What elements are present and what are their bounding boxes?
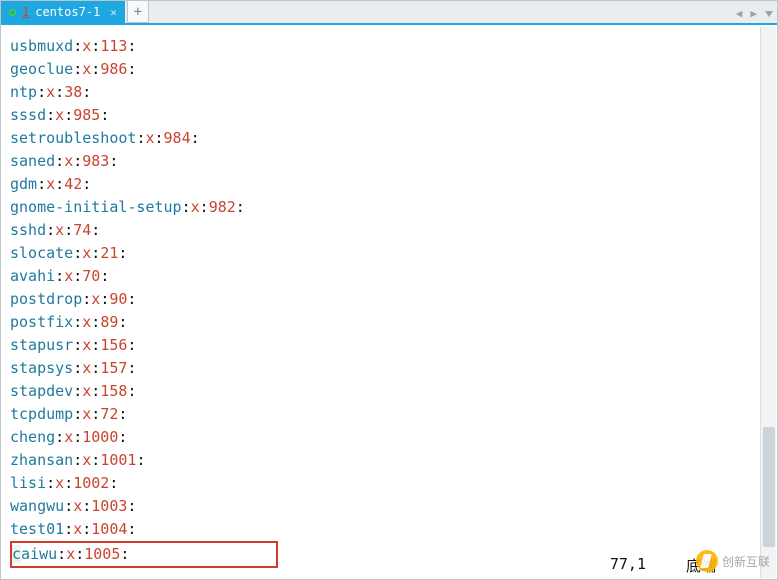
group-line: gnome-initial-setup:x:982: — [10, 196, 770, 219]
group-line: postdrop:x:90: — [10, 288, 770, 311]
tab-title: centos7-1 — [35, 5, 100, 19]
group-line: cheng:x:1000: — [10, 426, 770, 449]
group-line: wangwu:x:1003: — [10, 495, 770, 518]
new-tab-button[interactable]: + — [127, 1, 149, 23]
group-line: slocate:x:21: — [10, 242, 770, 265]
tab-nav: ◀ ▶ — [736, 1, 773, 25]
scrollbar-thumb[interactable] — [763, 427, 775, 547]
group-line: avahi:x:70: — [10, 265, 770, 288]
group-line: stapsys:x:157: — [10, 357, 770, 380]
group-line: sssd:x:985: — [10, 104, 770, 127]
tab-prev-icon[interactable]: ◀ — [736, 7, 743, 20]
app-window: 1 centos7-1 × + ◀ ▶ usbmuxd:x:113:geoclu… — [0, 0, 778, 580]
group-line: test01:x:1004: — [10, 518, 770, 541]
group-line: stapdev:x:158: — [10, 380, 770, 403]
group-line: zhansan:x:1001: — [10, 449, 770, 472]
tab-active[interactable]: 1 centos7-1 × — [1, 1, 125, 23]
close-icon[interactable]: × — [110, 6, 117, 19]
tab-index: 1 — [22, 5, 29, 19]
status-bar: 77,1 底端 — [10, 555, 756, 576]
group-line: lisi:x:1002: — [10, 472, 770, 495]
group-line: stapusr:x:156: — [10, 334, 770, 357]
status-dot-icon — [9, 9, 16, 16]
group-line: gdm:x:42: — [10, 173, 770, 196]
cursor-position: 77,1 — [610, 555, 646, 576]
terminal-content[interactable]: usbmuxd:x:113:geoclue:x:986:ntp:x:38:sss… — [2, 27, 776, 570]
tab-menu-icon[interactable] — [765, 7, 773, 20]
group-line: usbmuxd:x:113: — [10, 35, 770, 58]
group-line: tcpdump:x:72: — [10, 403, 770, 426]
scrollbar[interactable] — [760, 27, 776, 578]
group-line: setroubleshoot:x:984: — [10, 127, 770, 150]
tab-bar: 1 centos7-1 × + ◀ ▶ — [1, 1, 777, 25]
group-line: geoclue:x:986: — [10, 58, 770, 81]
group-line: sshd:x:74: — [10, 219, 770, 242]
group-line: ntp:x:38: — [10, 81, 770, 104]
terminal-pane[interactable]: usbmuxd:x:113:geoclue:x:986:ntp:x:38:sss… — [2, 27, 776, 578]
group-line: postfix:x:89: — [10, 311, 770, 334]
tab-next-icon[interactable]: ▶ — [750, 7, 757, 20]
group-line: saned:x:983: — [10, 150, 770, 173]
scroll-status: 底端 — [686, 555, 716, 576]
